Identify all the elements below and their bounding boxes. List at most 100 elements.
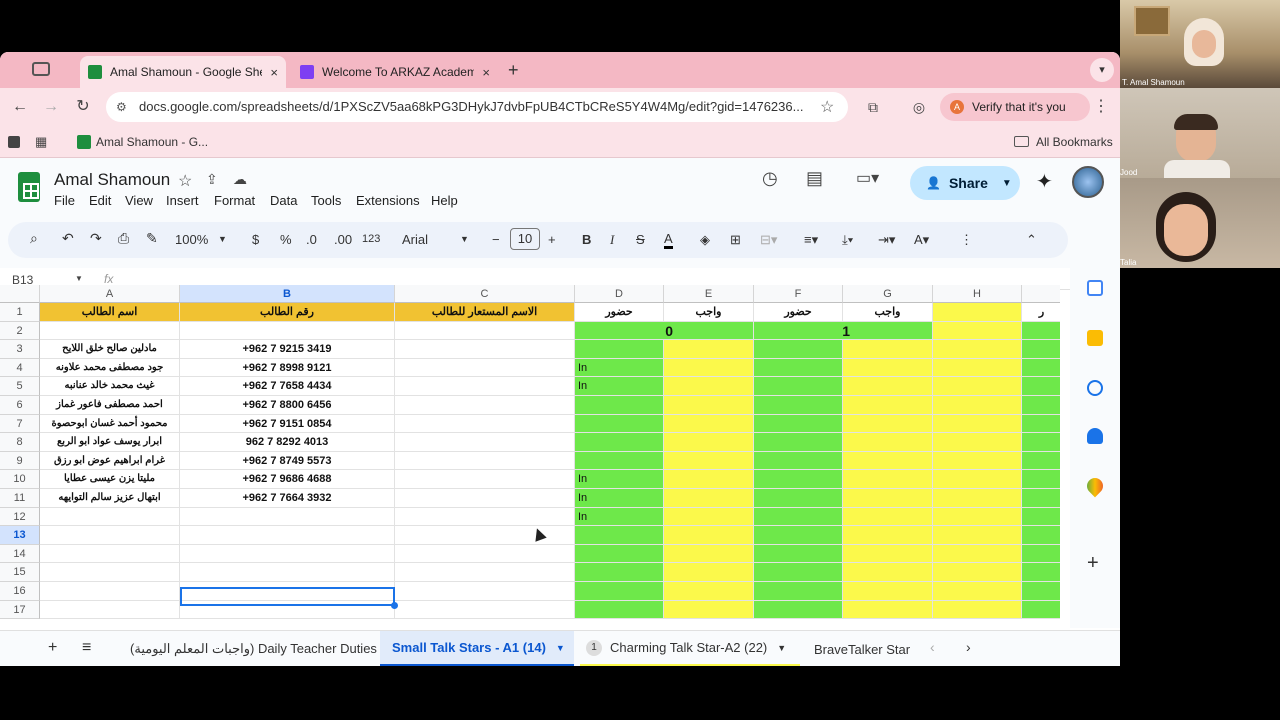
- row-header-17[interactable]: 17: [0, 600, 40, 620]
- star-icon[interactable]: ☆: [178, 171, 192, 191]
- text-rotation-icon[interactable]: A▾: [914, 232, 929, 248]
- font-size-input[interactable]: 10: [510, 228, 540, 250]
- chevron-down-icon[interactable]: ▼: [75, 274, 83, 283]
- cell[interactable]: [1022, 358, 1060, 378]
- select-all-corner[interactable]: [0, 285, 40, 303]
- cell[interactable]: [40, 600, 180, 620]
- cell[interactable]: [754, 396, 843, 415]
- selected-cell-b13[interactable]: [180, 587, 398, 609]
- cell[interactable]: [1022, 414, 1060, 434]
- cell[interactable]: اسم الطالب: [40, 303, 180, 322]
- row-header-12[interactable]: 12: [0, 507, 40, 527]
- column-header-D[interactable]: D: [575, 285, 664, 303]
- cell[interactable]: غيث محمد خالد عنانبه: [40, 377, 180, 396]
- cell[interactable]: [1022, 377, 1060, 396]
- number-format-button[interactable]: 123: [362, 233, 380, 245]
- cell[interactable]: [40, 582, 180, 601]
- cell[interactable]: [843, 507, 933, 527]
- text-wrapping-icon[interactable]: ⇥▾: [878, 232, 895, 248]
- cell[interactable]: [843, 396, 933, 415]
- cell[interactable]: مادلين صالح خلق اللايح: [40, 340, 180, 359]
- keep-icon[interactable]: [1087, 330, 1103, 346]
- cell[interactable]: [843, 451, 933, 471]
- cell[interactable]: [933, 526, 1022, 545]
- cell[interactable]: [664, 340, 754, 359]
- reload-icon[interactable]: ↻: [72, 96, 94, 118]
- cell[interactable]: [843, 563, 933, 582]
- cell[interactable]: [664, 489, 754, 508]
- fill-color-icon[interactable]: ◈: [700, 232, 710, 248]
- back-arrow-icon[interactable]: ←: [9, 96, 31, 118]
- row-header-10[interactable]: 10: [0, 470, 40, 489]
- vertical-align-icon[interactable]: ⤓▾: [842, 232, 853, 248]
- increase-font-size-button[interactable]: +: [548, 232, 556, 247]
- cell[interactable]: [1022, 321, 1060, 341]
- share-dropdown-chevron-icon[interactable]: ▼: [1002, 178, 1012, 189]
- all-sheets-icon[interactable]: ≡: [82, 639, 91, 657]
- cell[interactable]: [395, 563, 575, 582]
- cell[interactable]: [664, 377, 754, 396]
- all-bookmarks-button[interactable]: All Bookmarks: [1036, 135, 1113, 149]
- cell[interactable]: [395, 582, 575, 601]
- cell[interactable]: مليتا يزن عيسى عطايا: [40, 470, 180, 489]
- cell[interactable]: [180, 507, 395, 527]
- borders-icon[interactable]: ⊞: [730, 232, 741, 248]
- cell[interactable]: [843, 470, 933, 489]
- row-header-7[interactable]: 7: [0, 414, 40, 434]
- forward-arrow-icon[interactable]: →: [40, 96, 62, 118]
- cell[interactable]: [933, 451, 1022, 471]
- cell[interactable]: ر: [1022, 303, 1060, 322]
- cell[interactable]: [395, 544, 575, 564]
- menu-insert[interactable]: Insert: [166, 193, 199, 208]
- more-options-icon[interactable]: ⋮: [960, 232, 973, 248]
- cell[interactable]: [664, 563, 754, 582]
- sheet-tab-daily-teacher-duties[interactable]: (واجبات المعلم اليومية) Daily Teacher Du…: [124, 631, 396, 666]
- cell[interactable]: +962 7 9686 4688: [180, 470, 395, 489]
- cell[interactable]: In: [575, 358, 664, 378]
- cell[interactable]: [575, 451, 664, 471]
- cloud-status-icon[interactable]: ☁: [233, 171, 247, 188]
- cell[interactable]: [1022, 563, 1060, 582]
- cell[interactable]: +962 7 7658 4434: [180, 377, 395, 396]
- cell[interactable]: [933, 563, 1022, 582]
- menu-tools[interactable]: Tools: [311, 193, 341, 208]
- cell[interactable]: [754, 470, 843, 489]
- bookmark-item[interactable]: Amal Shamoun - G...: [96, 135, 208, 149]
- cell[interactable]: واجب: [664, 303, 754, 322]
- cell[interactable]: [575, 582, 664, 601]
- cell[interactable]: [395, 507, 575, 527]
- row-header-8[interactable]: 8: [0, 433, 40, 452]
- cell[interactable]: [754, 451, 843, 471]
- print-icon[interactable]: ⎙: [118, 230, 129, 247]
- column-header-E[interactable]: E: [664, 285, 754, 303]
- cell[interactable]: [933, 433, 1022, 452]
- paint-format-icon[interactable]: ✎: [146, 230, 158, 247]
- meet-icon[interactable]: ▭▾: [856, 168, 879, 188]
- cell[interactable]: [933, 600, 1022, 620]
- cell[interactable]: [754, 582, 843, 601]
- percent-format-button[interactable]: %: [280, 232, 292, 247]
- cell[interactable]: [1022, 396, 1060, 415]
- cell[interactable]: محمود أحمد غسان ابوحصوة: [40, 414, 180, 434]
- cell[interactable]: غرام ابراهيم عوض ابو رزق: [40, 451, 180, 471]
- cell[interactable]: [1022, 451, 1060, 471]
- cell[interactable]: [843, 414, 933, 434]
- cell[interactable]: [754, 600, 843, 620]
- column-header-F[interactable]: F: [754, 285, 843, 303]
- cell[interactable]: [664, 451, 754, 471]
- tab-google-sheets[interactable]: Amal Shamoun - Google Sheets ×: [80, 56, 286, 88]
- address-bar[interactable]: ⚙ docs.google.com/spreadsheets/d/1PXScZV…: [106, 92, 848, 122]
- cell[interactable]: 962 7 8292 4013: [180, 433, 395, 452]
- cell[interactable]: [575, 544, 664, 564]
- cell[interactable]: +962 7 9151 0854: [180, 414, 395, 434]
- cell[interactable]: [40, 526, 180, 545]
- cell[interactable]: [754, 563, 843, 582]
- cell[interactable]: [1022, 600, 1060, 620]
- chevron-down-icon[interactable]: ▼: [460, 234, 469, 244]
- move-icon[interactable]: ⇪: [206, 171, 218, 188]
- bold-icon[interactable]: B: [582, 232, 591, 247]
- cell[interactable]: جود مصطفى محمد علاونه: [40, 358, 180, 378]
- cell[interactable]: [933, 377, 1022, 396]
- decrease-decimal-button[interactable]: .0: [306, 232, 317, 247]
- cell[interactable]: احمد مصطفى فاعور غماز: [40, 396, 180, 415]
